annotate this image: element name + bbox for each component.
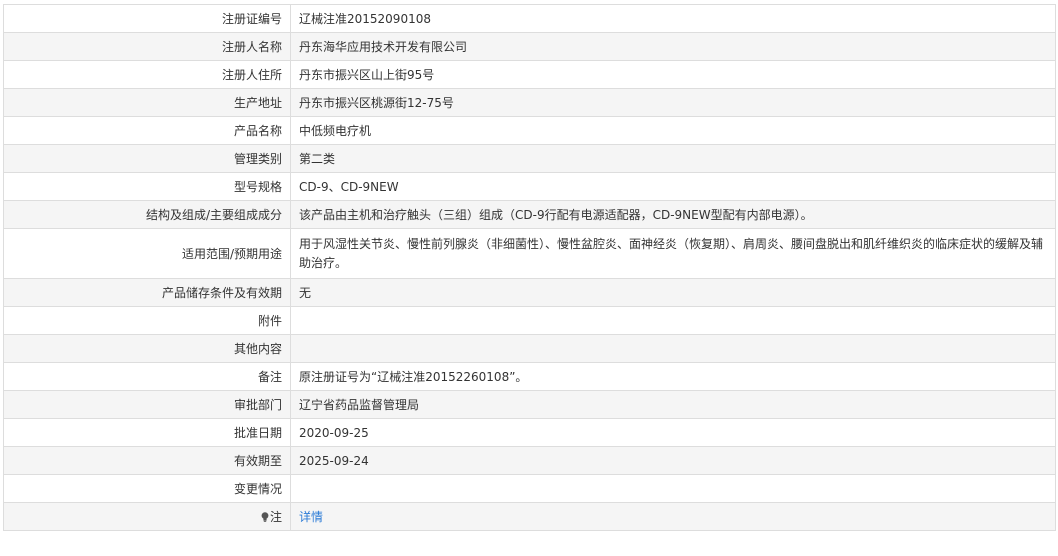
field-value-change-history — [290, 474, 1056, 503]
field-value-registrant-address: 丹东市振兴区山上街95号 — [290, 60, 1056, 89]
table-row: 产品储存条件及有效期 无 — [3, 278, 1056, 307]
table-row: 附件 — [3, 306, 1056, 335]
field-value-model-spec: CD-9、CD-9NEW — [290, 172, 1056, 201]
table-row: 注册人名称 丹东海华应用技术开发有限公司 — [3, 32, 1056, 61]
details-link[interactable]: 详情 — [299, 510, 323, 524]
table-row: 注册人住所 丹东市振兴区山上街95号 — [3, 60, 1056, 89]
note-label-text: 注 — [269, 510, 282, 524]
field-value-valid-until: 2025-09-24 — [290, 446, 1056, 475]
table-row: 审批部门 辽宁省药品监督管理局 — [3, 390, 1056, 419]
field-value-production-address: 丹东市振兴区桃源街12-75号 — [290, 88, 1056, 117]
table-row: 注 详情 — [3, 502, 1056, 531]
table-row: 生产地址 丹东市振兴区桃源街12-75号 — [3, 88, 1056, 117]
field-label-approval-department: 审批部门 — [3, 390, 291, 419]
table-row: 其他内容 — [3, 334, 1056, 363]
field-label-storage-validity: 产品储存条件及有效期 — [3, 278, 291, 307]
field-value-storage-validity: 无 — [290, 278, 1056, 307]
field-label-model-spec: 型号规格 — [3, 172, 291, 201]
field-value-structure-composition: 该产品由主机和治疗触头（三组）组成（CD-9行配有电源适配器，CD-9NEW型配… — [290, 200, 1056, 229]
table-row: 结构及组成/主要组成成分 该产品由主机和治疗触头（三组）组成（CD-9行配有电源… — [3, 200, 1056, 229]
table-row: 管理类别 第二类 — [3, 144, 1056, 173]
field-label-structure-composition: 结构及组成/主要组成成分 — [3, 200, 291, 229]
field-label-registration-number: 注册证编号 — [3, 4, 291, 33]
field-label-note: 注 — [3, 502, 291, 531]
field-label-approval-date: 批准日期 — [3, 418, 291, 447]
field-label-change-history: 变更情况 — [3, 474, 291, 503]
lightbulb-icon — [261, 511, 269, 522]
field-label-attachments: 附件 — [3, 306, 291, 335]
field-label-registrant-address: 注册人住所 — [3, 60, 291, 89]
table-row: 注册证编号 辽械注准20152090108 — [3, 4, 1056, 33]
table-row: 变更情况 — [3, 474, 1056, 503]
field-label-other-content: 其他内容 — [3, 334, 291, 363]
field-value-other-content — [290, 334, 1056, 363]
field-label-management-category: 管理类别 — [3, 144, 291, 173]
field-value-note: 详情 — [290, 502, 1056, 531]
field-value-approval-department: 辽宁省药品监督管理局 — [290, 390, 1056, 419]
field-value-intended-use: 用于风湿性关节炎、慢性前列腺炎（非细菌性）、慢性盆腔炎、面神经炎（恢复期）、肩周… — [290, 228, 1056, 279]
field-label-intended-use: 适用范围/预期用途 — [3, 228, 291, 279]
field-value-management-category: 第二类 — [290, 144, 1056, 173]
table-row: 产品名称 中低频电疗机 — [3, 116, 1056, 145]
field-label-valid-until: 有效期至 — [3, 446, 291, 475]
table-row: 备注 原注册证号为“辽械注准20152260108”。 — [3, 362, 1056, 391]
field-value-approval-date: 2020-09-25 — [290, 418, 1056, 447]
field-label-registrant-name: 注册人名称 — [3, 32, 291, 61]
field-value-remarks: 原注册证号为“辽械注准20152260108”。 — [290, 362, 1056, 391]
field-label-production-address: 生产地址 — [3, 88, 291, 117]
registration-detail-table: 注册证编号 辽械注准20152090108 注册人名称 丹东海华应用技术开发有限… — [3, 4, 1056, 531]
table-row: 批准日期 2020-09-25 — [3, 418, 1056, 447]
field-label-product-name: 产品名称 — [3, 116, 291, 145]
field-value-registrant-name: 丹东海华应用技术开发有限公司 — [290, 32, 1056, 61]
field-value-registration-number: 辽械注准20152090108 — [290, 4, 1056, 33]
field-value-attachments — [290, 306, 1056, 335]
field-value-product-name: 中低频电疗机 — [290, 116, 1056, 145]
table-row: 型号规格 CD-9、CD-9NEW — [3, 172, 1056, 201]
table-row: 有效期至 2025-09-24 — [3, 446, 1056, 475]
field-label-remarks: 备注 — [3, 362, 291, 391]
table-row: 适用范围/预期用途 用于风湿性关节炎、慢性前列腺炎（非细菌性）、慢性盆腔炎、面神… — [3, 228, 1056, 279]
